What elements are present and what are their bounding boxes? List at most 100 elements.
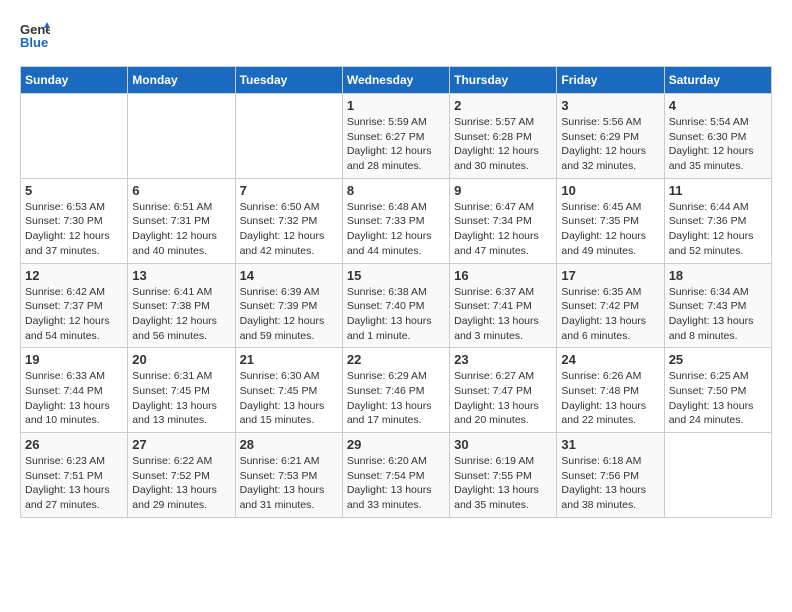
day-number: 25 [669,352,767,367]
calendar-cell [235,94,342,179]
day-number: 29 [347,437,445,452]
calendar-cell: 13 Sunrise: 6:41 AM Sunset: 7:38 PM Dayli… [128,263,235,348]
day-info: Sunrise: 6:33 AM Sunset: 7:44 PM Dayligh… [25,369,123,428]
calendar-week-3: 12Sunrise: 6:42 AM Sunset: 7:37 PM Dayli… [21,263,772,348]
day-number: 31 [561,437,659,452]
day-number: 18 [669,268,767,283]
calendar-cell: 8 Sunrise: 6:48 AM Sunset: 7:33 PM Daylig… [342,178,449,263]
weekday-header-friday: Friday [557,67,664,94]
weekday-header-monday: Monday [128,67,235,94]
calendar-cell: 27Sunrise: 6:22 AM Sunset: 7:52 PM Dayli… [128,433,235,518]
calendar-cell: 29 Sunrise: 6:20 AM Sunset: 7:54 PM Dayli… [342,433,449,518]
calendar-cell: 30 Sunrise: 6:19 AM Sunset: 7:55 PM Dayli… [450,433,557,518]
day-info: Sunrise: 5:54 AM Sunset: 6:30 PM Dayligh… [669,115,767,174]
day-number: 26 [25,437,123,452]
calendar-header: SundayMondayTuesdayWednesdayThursdayFrid… [21,67,772,94]
calendar-cell: 16 Sunrise: 6:37 AM Sunset: 7:41 PM Dayli… [450,263,557,348]
day-number: 20 [132,352,230,367]
page-header: General Blue [20,20,772,50]
day-number: 23 [454,352,552,367]
day-info: Sunrise: 5:57 AM Sunset: 6:28 PM Dayligh… [454,115,552,174]
day-info: Sunrise: 6:23 AM Sunset: 7:51 PM Dayligh… [25,454,123,513]
day-number: 5 [25,183,123,198]
day-info: Sunrise: 6:35 AM Sunset: 7:42 PM Dayligh… [561,285,659,344]
day-info: Sunrise: 6:34 AM Sunset: 7:43 PM Dayligh… [669,285,767,344]
calendar-week-4: 19 Sunrise: 6:33 AM Sunset: 7:44 PM Dayli… [21,348,772,433]
day-info: Sunrise: 6:22 AM Sunset: 7:52 PM Dayligh… [132,454,230,513]
day-number: 21 [240,352,338,367]
calendar-cell: 22 Sunrise: 6:29 AM Sunset: 7:46 PM Dayli… [342,348,449,433]
calendar-cell: 12Sunrise: 6:42 AM Sunset: 7:37 PM Dayli… [21,263,128,348]
calendar-cell: 14 Sunrise: 6:39 AM Sunset: 7:39 PM Dayli… [235,263,342,348]
calendar-cell: 25 Sunrise: 6:25 AM Sunset: 7:50 PM Dayli… [664,348,771,433]
day-number: 3 [561,98,659,113]
day-info: Sunrise: 6:31 AM Sunset: 7:45 PM Dayligh… [132,369,230,428]
weekday-header-thursday: Thursday [450,67,557,94]
calendar-week-5: 26 Sunrise: 6:23 AM Sunset: 7:51 PM Dayli… [21,433,772,518]
day-number: 4 [669,98,767,113]
weekday-header-wednesday: Wednesday [342,67,449,94]
day-number: 24 [561,352,659,367]
day-number: 19 [25,352,123,367]
calendar-cell: 11 Sunrise: 6:44 AM Sunset: 7:36 PM Dayli… [664,178,771,263]
calendar-cell: 5 Sunrise: 6:53 AM Sunset: 7:30 PM Daylig… [21,178,128,263]
day-info: Sunrise: 6:44 AM Sunset: 7:36 PM Dayligh… [669,200,767,259]
weekday-header-sunday: Sunday [21,67,128,94]
calendar-cell: 17 Sunrise: 6:35 AM Sunset: 7:42 PM Dayli… [557,263,664,348]
day-info: Sunrise: 6:18 AM Sunset: 7:56 PM Dayligh… [561,454,659,513]
day-number: 28 [240,437,338,452]
weekday-header-saturday: Saturday [664,67,771,94]
calendar-week-2: 5 Sunrise: 6:53 AM Sunset: 7:30 PM Daylig… [21,178,772,263]
day-number: 13 [132,268,230,283]
calendar-cell: 7 Sunrise: 6:50 AM Sunset: 7:32 PM Daylig… [235,178,342,263]
calendar-table: SundayMondayTuesdayWednesdayThursdayFrid… [20,66,772,518]
day-number: 30 [454,437,552,452]
day-info: Sunrise: 6:25 AM Sunset: 7:50 PM Dayligh… [669,369,767,428]
calendar-cell [21,94,128,179]
calendar-cell: 9Sunrise: 6:47 AM Sunset: 7:34 PM Daylig… [450,178,557,263]
calendar-cell [664,433,771,518]
calendar-cell: 26 Sunrise: 6:23 AM Sunset: 7:51 PM Dayli… [21,433,128,518]
calendar-cell: 10Sunrise: 6:45 AM Sunset: 7:35 PM Dayli… [557,178,664,263]
day-info: Sunrise: 6:50 AM Sunset: 7:32 PM Dayligh… [240,200,338,259]
day-info: Sunrise: 6:48 AM Sunset: 7:33 PM Dayligh… [347,200,445,259]
day-info: Sunrise: 6:53 AM Sunset: 7:30 PM Dayligh… [25,200,123,259]
calendar-body: 1 Sunrise: 5:59 AM Sunset: 6:27 PM Daylig… [21,94,772,518]
day-info: Sunrise: 6:37 AM Sunset: 7:41 PM Dayligh… [454,285,552,344]
calendar-cell: 18 Sunrise: 6:34 AM Sunset: 7:43 PM Dayli… [664,263,771,348]
day-info: Sunrise: 6:29 AM Sunset: 7:46 PM Dayligh… [347,369,445,428]
day-info: Sunrise: 5:59 AM Sunset: 6:27 PM Dayligh… [347,115,445,174]
logo: General Blue [20,20,54,50]
day-info: Sunrise: 6:38 AM Sunset: 7:40 PM Dayligh… [347,285,445,344]
day-number: 6 [132,183,230,198]
day-info: Sunrise: 6:19 AM Sunset: 7:55 PM Dayligh… [454,454,552,513]
calendar-cell [128,94,235,179]
day-number: 22 [347,352,445,367]
day-number: 1 [347,98,445,113]
day-info: Sunrise: 6:39 AM Sunset: 7:39 PM Dayligh… [240,285,338,344]
logo-icon: General Blue [20,20,50,50]
day-number: 8 [347,183,445,198]
day-info: Sunrise: 6:20 AM Sunset: 7:54 PM Dayligh… [347,454,445,513]
day-info: Sunrise: 6:26 AM Sunset: 7:48 PM Dayligh… [561,369,659,428]
calendar-cell: 6 Sunrise: 6:51 AM Sunset: 7:31 PM Daylig… [128,178,235,263]
day-number: 9 [454,183,552,198]
day-number: 11 [669,183,767,198]
day-number: 17 [561,268,659,283]
calendar-cell: 24 Sunrise: 6:26 AM Sunset: 7:48 PM Dayli… [557,348,664,433]
day-info: Sunrise: 5:56 AM Sunset: 6:29 PM Dayligh… [561,115,659,174]
day-number: 7 [240,183,338,198]
calendar-cell: 19 Sunrise: 6:33 AM Sunset: 7:44 PM Dayli… [21,348,128,433]
calendar-cell: 3 Sunrise: 5:56 AM Sunset: 6:29 PM Daylig… [557,94,664,179]
day-info: Sunrise: 6:51 AM Sunset: 7:31 PM Dayligh… [132,200,230,259]
day-info: Sunrise: 6:27 AM Sunset: 7:47 PM Dayligh… [454,369,552,428]
day-info: Sunrise: 6:41 AM Sunset: 7:38 PM Dayligh… [132,285,230,344]
day-number: 16 [454,268,552,283]
calendar-cell: 4 Sunrise: 5:54 AM Sunset: 6:30 PM Daylig… [664,94,771,179]
day-number: 14 [240,268,338,283]
calendar-week-1: 1 Sunrise: 5:59 AM Sunset: 6:27 PM Daylig… [21,94,772,179]
calendar-cell: 28Sunrise: 6:21 AM Sunset: 7:53 PM Dayli… [235,433,342,518]
day-number: 10 [561,183,659,198]
weekday-header-tuesday: Tuesday [235,67,342,94]
calendar-cell: 31 Sunrise: 6:18 AM Sunset: 7:56 PM Dayli… [557,433,664,518]
